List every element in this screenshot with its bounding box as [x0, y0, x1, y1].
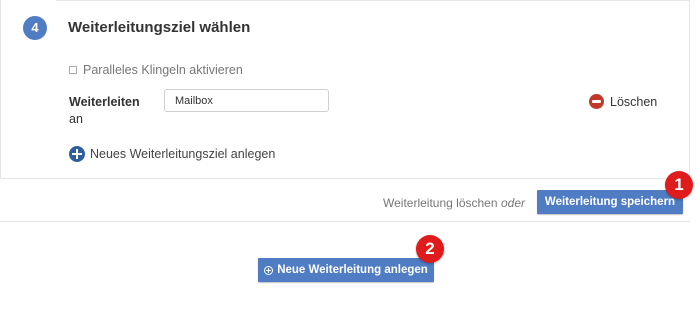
- step-number-badge: 4: [23, 16, 47, 40]
- plus-circle-icon: [69, 146, 85, 162]
- page: 4 Weiterleitungsziel wählen Paralleles K…: [0, 0, 698, 319]
- delete-target-label: Löschen: [610, 94, 658, 109]
- forward-target-input[interactable]: [164, 89, 329, 112]
- panel-divider: [56, 0, 689, 1]
- add-target-label: Neues Weiterleitungsziel anlegen: [90, 147, 276, 161]
- delete-forward-link[interactable]: Weiterleitung löschen: [383, 196, 498, 210]
- annotation-marker-2: 2: [416, 235, 444, 263]
- or-separator: oder: [501, 196, 526, 210]
- save-forward-button[interactable]: Weiterleitung speichern: [537, 190, 683, 214]
- plus-circle-icon: [264, 265, 274, 275]
- add-target-button[interactable]: Neues Weiterleitungsziel anlegen: [69, 146, 275, 162]
- new-forward-label: Neue Weiterleitung anlegen: [277, 264, 428, 276]
- minus-circle-icon: [589, 94, 604, 109]
- annotation-marker-1: 1: [665, 171, 693, 199]
- section-title: Weiterleitungsziel wählen: [68, 19, 251, 36]
- delete-target-button[interactable]: Löschen: [589, 94, 657, 109]
- parallel-ring-option[interactable]: Paralleles Klingeln aktivieren: [69, 63, 243, 77]
- forward-to-label-sub: an: [69, 112, 83, 126]
- new-forward-button[interactable]: Neue Weiterleitung anlegen: [258, 258, 434, 282]
- parallel-ring-label: Paralleles Klingeln aktivieren: [83, 63, 243, 77]
- forward-to-label-main: Weiterleiten: [69, 95, 140, 109]
- parallel-ring-checkbox[interactable]: [69, 66, 77, 74]
- forward-to-label: Weiterleiten an: [69, 94, 149, 128]
